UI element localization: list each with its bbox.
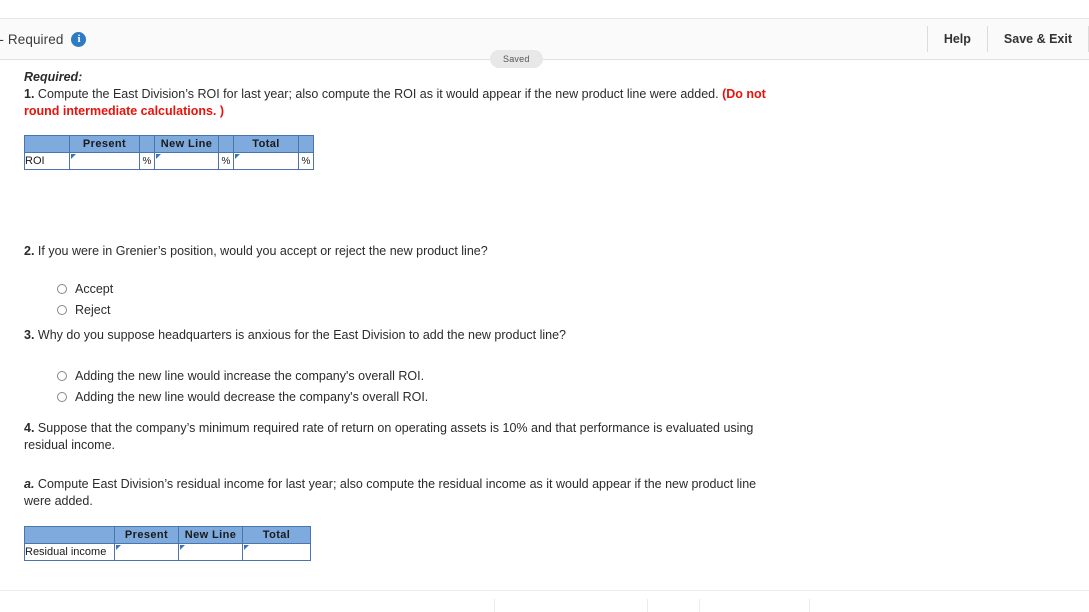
question-4a-block: a. Compute East Division’s residual inco…	[24, 476, 1089, 510]
roi-percent-newline: %	[218, 152, 234, 170]
radio-icon[interactable]	[57, 370, 67, 381]
footer-cell-3[interactable]	[648, 599, 700, 612]
radio-label-decrease-roi: Adding the new line would decrease the c…	[75, 389, 429, 404]
roi-unit-header-newline	[218, 135, 234, 153]
footer-cell-2[interactable]	[495, 599, 648, 612]
question-3-text: 3. Why do you suppose headquarters is an…	[24, 327, 769, 344]
radio-label-reject: Reject	[75, 302, 111, 317]
radio-option-accept[interactable]: Accept	[57, 278, 1089, 299]
footer-bar	[0, 590, 1089, 612]
help-button[interactable]: Help	[928, 26, 987, 52]
footer-spacer	[0, 599, 417, 612]
top-white-strip	[0, 0, 1089, 19]
roi-table: Present New Line Total ROI % % %	[24, 135, 314, 170]
roi-row-label: ROI	[24, 152, 70, 170]
header-title-group: signment - Required i	[0, 31, 87, 47]
header-actions: Help Save & Exit	[926, 19, 1089, 59]
required-label: Required:	[24, 70, 83, 84]
question-4-number: 4.	[24, 421, 35, 435]
roi-unit-header-total	[298, 135, 314, 153]
radio-label-accept: Accept	[75, 281, 114, 296]
question-1-block: 1. Compute the East Division’s ROI for l…	[24, 86, 1089, 120]
ri-input-newline[interactable]	[178, 543, 243, 561]
residual-income-table: Present New Line Total Residual income	[24, 526, 311, 561]
question-4a-number: a.	[24, 477, 35, 491]
cell-caret-icon	[244, 545, 249, 550]
radio-label-increase-roi: Adding the new line would increase the c…	[75, 368, 425, 383]
footer-cell-group	[0, 599, 1089, 612]
radio-option-increase-roi[interactable]: Adding the new line would increase the c…	[57, 365, 1089, 386]
question-1-text: 1. Compute the East Division’s ROI for l…	[24, 86, 769, 120]
assignment-header-bar: signment - Required i Saved Help Save & …	[0, 19, 1089, 68]
roi-unit-header-present	[139, 135, 155, 153]
radio-icon[interactable]	[57, 283, 67, 294]
question-4a-body: Compute East Division’s residual income …	[24, 477, 757, 508]
question-2-block: 2. If you were in Grenier’s position, wo…	[24, 243, 1089, 320]
radio-option-reject[interactable]: Reject	[57, 299, 1089, 320]
roi-input-total[interactable]	[233, 152, 299, 170]
question-3-body: Why do you suppose headquarters is anxio…	[34, 328, 566, 342]
ri-input-total[interactable]	[242, 543, 311, 561]
save-and-exit-button[interactable]: Save & Exit	[988, 26, 1088, 52]
question-2-text: 2. If you were in Grenier’s position, wo…	[24, 243, 769, 260]
radio-icon[interactable]	[57, 391, 67, 402]
roi-percent-total: %	[298, 152, 314, 170]
cell-caret-icon	[235, 154, 240, 159]
table-row: Residual income	[24, 543, 311, 561]
ri-col-header-present: Present	[114, 526, 179, 544]
info-circle-icon[interactable]: i	[71, 31, 87, 47]
roi-input-newline[interactable]	[154, 152, 219, 170]
question-2-body: If you were in Grenier’s position, would…	[34, 244, 488, 258]
footer-cell-4[interactable]	[700, 599, 810, 612]
question-3-block: 3. Why do you suppose headquarters is an…	[24, 327, 1089, 407]
question-4-text: 4. Suppose that the company’s minimum re…	[24, 420, 769, 454]
roi-table-header-row: Present New Line Total	[24, 135, 314, 153]
roi-col-header-newline: New Line	[154, 135, 219, 153]
roi-input-present[interactable]	[69, 152, 140, 170]
question-4a-text: a. Compute East Division’s residual inco…	[24, 476, 769, 510]
question-1-body: Compute the East Division’s ROI for last…	[34, 87, 723, 101]
table-row: ROI % % %	[24, 152, 314, 170]
footer-cell-5[interactable]	[810, 599, 1089, 612]
cell-caret-icon	[116, 545, 121, 550]
cell-caret-icon	[180, 545, 185, 550]
question-3-options: Adding the new line would increase the c…	[57, 365, 1089, 407]
cell-caret-icon	[156, 154, 161, 159]
assignment-content: Required: 1. Compute the East Division’s…	[0, 60, 1089, 570]
ri-col-header-newline: New Line	[178, 526, 243, 544]
question-1-number: 1.	[24, 87, 35, 101]
page-title: signment - Required	[0, 31, 64, 47]
question-2-options: Accept Reject	[57, 278, 1089, 320]
ri-table-header-row: Present New Line Total	[24, 526, 311, 544]
roi-percent-present: %	[139, 152, 155, 170]
ri-row-label: Residual income	[24, 543, 115, 561]
ri-input-present[interactable]	[114, 543, 179, 561]
question-4-body: Suppose that the company’s minimum requi…	[24, 421, 754, 452]
roi-col-header-present: Present	[69, 135, 140, 153]
question-2-number: 2.	[24, 244, 35, 258]
ri-col-header-total: Total	[242, 526, 311, 544]
footer-cell-1[interactable]	[417, 599, 495, 612]
roi-col-header-total: Total	[233, 135, 299, 153]
roi-corner-header	[24, 135, 70, 153]
question-3-number: 3.	[24, 328, 35, 342]
question-4-block: 4. Suppose that the company’s minimum re…	[24, 420, 1089, 454]
cell-caret-icon	[71, 154, 76, 159]
radio-icon[interactable]	[57, 304, 67, 315]
radio-option-decrease-roi[interactable]: Adding the new line would decrease the c…	[57, 386, 1089, 407]
ri-corner-header	[24, 526, 115, 544]
